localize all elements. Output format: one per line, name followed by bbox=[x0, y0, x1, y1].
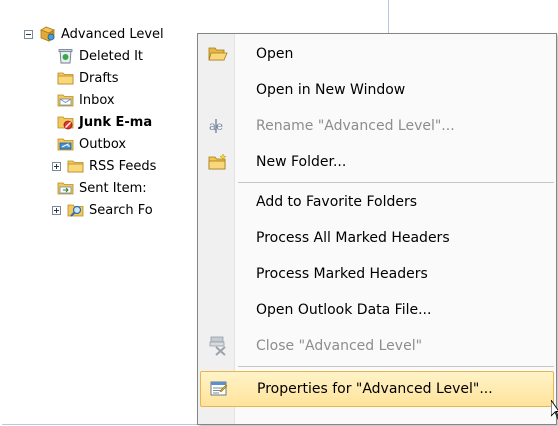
pst-root-icon bbox=[40, 26, 55, 42]
menu-item-label: Open bbox=[256, 46, 294, 62]
tree-item-label: Junk E-ma bbox=[79, 114, 153, 130]
menu-item-close-data-file[interactable]: Close "Advanced Level" bbox=[200, 328, 554, 364]
junk-email-icon bbox=[57, 116, 74, 130]
tree-item-inbox[interactable]: Inbox bbox=[57, 89, 115, 111]
inbox-icon bbox=[57, 94, 74, 107]
menu-item-label: New Folder... bbox=[256, 154, 347, 170]
menu-item-open[interactable]: Open bbox=[200, 36, 554, 72]
menu-item-process-marked-headers[interactable]: Process Marked Headers bbox=[200, 256, 554, 292]
tree-item-search-folders[interactable]: Search Fo bbox=[52, 199, 153, 221]
tree-item-sent-items[interactable]: Sent Item: bbox=[57, 177, 147, 199]
collapse-toggle[interactable] bbox=[24, 29, 33, 39]
menu-item-rename[interactable]: a e Rename "Advanced Level"... bbox=[200, 108, 554, 144]
menu-separator bbox=[238, 366, 554, 367]
menu-item-label: Open in New Window bbox=[256, 82, 406, 98]
deleted-items-icon bbox=[58, 49, 73, 64]
menu-item-add-to-favorite-folders[interactable]: Add to Favorite Folders bbox=[200, 184, 554, 220]
tree-item-label: Drafts bbox=[79, 70, 119, 86]
menu-item-label: Process All Marked Headers bbox=[256, 230, 450, 246]
menu-item-label: Open Outlook Data File... bbox=[256, 302, 432, 318]
menu-item-label: Close "Advanced Level" bbox=[256, 338, 423, 354]
tree-item-label: RSS Feeds bbox=[89, 158, 157, 174]
menu-item-open-new-window[interactable]: Open in New Window bbox=[200, 72, 554, 108]
expand-toggle[interactable] bbox=[52, 205, 61, 215]
tree-item-label: Deleted It bbox=[79, 48, 144, 64]
tree-item-label: Sent Item: bbox=[79, 180, 147, 196]
context-menu: Open Open in New Window a e Rename "Adva… bbox=[197, 33, 557, 425]
tree-item-label: Advanced Level bbox=[61, 26, 164, 42]
tree-item-label: Search Fo bbox=[89, 202, 153, 218]
sent-items-icon bbox=[57, 182, 74, 195]
tree-item-label: Outbox bbox=[79, 136, 127, 152]
close-data-file-icon bbox=[209, 336, 226, 356]
menu-item-label: Process Marked Headers bbox=[256, 266, 428, 282]
menu-item-open-outlook-data-file[interactable]: Open Outlook Data File... bbox=[200, 292, 554, 328]
menu-item-properties[interactable]: Properties for "Advanced Level"... bbox=[200, 371, 554, 407]
menu-item-new-folder[interactable]: New Folder... bbox=[200, 144, 554, 180]
tree-item-advanced-level[interactable]: Advanced Level bbox=[24, 23, 164, 45]
mouse-cursor-icon bbox=[551, 400, 558, 420]
menu-item-label: Add to Favorite Folders bbox=[256, 194, 418, 210]
open-folder-icon bbox=[208, 47, 228, 61]
menu-item-label: Properties for "Advanced Level"... bbox=[257, 381, 493, 397]
expand-toggle[interactable] bbox=[52, 161, 61, 171]
outbox-icon bbox=[57, 138, 74, 151]
svg-text:e: e bbox=[216, 119, 223, 133]
tree-item-label: Inbox bbox=[79, 92, 115, 108]
tree-item-drafts[interactable]: Drafts bbox=[57, 67, 119, 89]
tree-item-outbox[interactable]: Outbox bbox=[57, 133, 126, 155]
tree-item-rss-feeds[interactable]: RSS Feeds bbox=[52, 155, 156, 177]
folder-icon bbox=[67, 160, 84, 173]
tree-item-deleted-items[interactable]: Deleted It bbox=[57, 45, 143, 67]
rename-icon: a e bbox=[209, 119, 223, 133]
search-folders-icon bbox=[67, 204, 84, 217]
properties-icon bbox=[210, 381, 228, 396]
tree-item-junk-email[interactable]: Junk E-ma bbox=[57, 111, 152, 133]
menu-item-label: Rename "Advanced Level"... bbox=[256, 118, 455, 134]
new-folder-icon bbox=[208, 153, 227, 170]
menu-item-process-all-marked-headers[interactable]: Process All Marked Headers bbox=[200, 220, 554, 256]
menu-separator bbox=[238, 182, 554, 183]
folder-icon bbox=[57, 72, 74, 85]
